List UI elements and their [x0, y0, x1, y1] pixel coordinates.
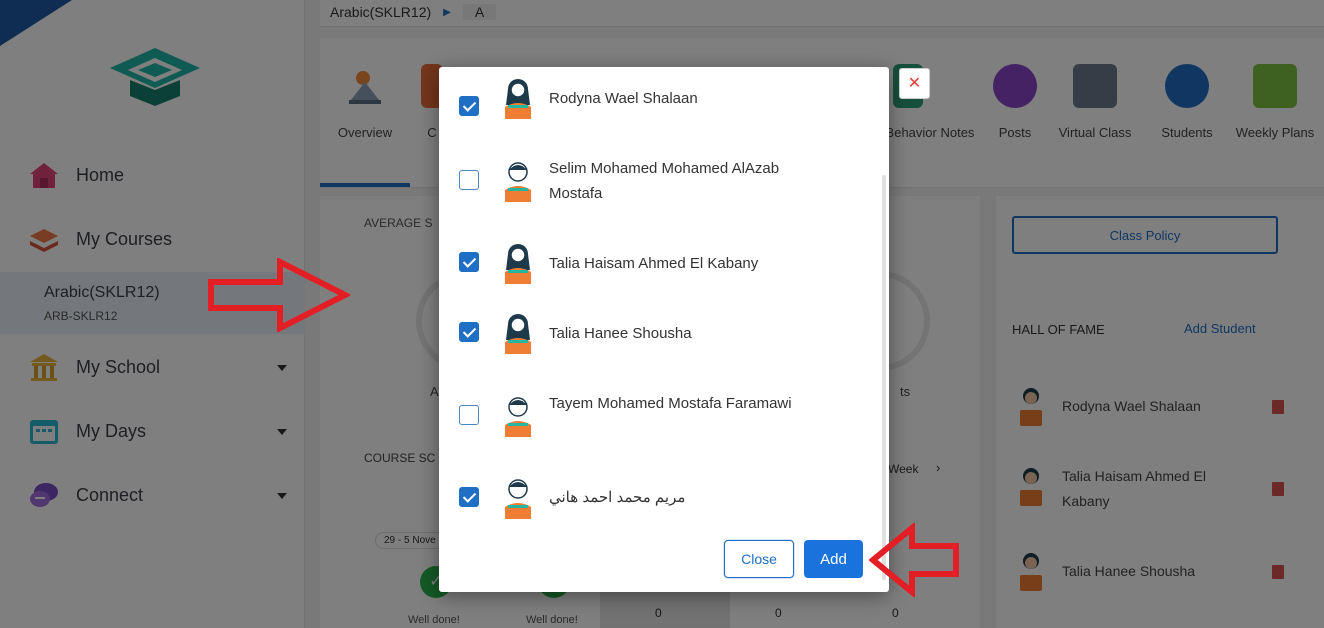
add-button[interactable]: Add [804, 540, 863, 578]
student-checkbox[interactable] [459, 322, 479, 342]
male-avatar-icon [505, 397, 531, 437]
student-name: Rodyna Wael Shalaan [549, 90, 698, 107]
male-avatar-icon [505, 162, 531, 202]
student-name: Selim Mohamed Mohamed AlAzab Mostafa [549, 160, 780, 202]
close-button[interactable]: Close [724, 540, 794, 578]
female-avatar-icon [505, 244, 531, 284]
student-checkbox[interactable] [459, 170, 479, 190]
student-checkbox[interactable] [459, 252, 479, 272]
student-checkbox[interactable] [459, 487, 479, 507]
dialog-scrollbar[interactable] [882, 175, 886, 580]
female-avatar-icon [505, 79, 531, 119]
student-checkbox[interactable] [459, 405, 479, 425]
app-window: Home My Courses Arabic(SKLR12) ARB-SKLR1… [0, 0, 1324, 628]
student-checkbox[interactable] [459, 96, 479, 116]
student-name: مريم محمد احمد هاني [549, 489, 686, 506]
add-students-dialog: ✕ Rodyna Wael Shalaan Selim Mohamed Moha… [439, 67, 930, 592]
male-avatar-icon [505, 479, 531, 519]
female-avatar-icon [505, 314, 531, 354]
annotation-arrow-left-icon [869, 523, 959, 597]
close-icon[interactable]: ✕ [899, 68, 930, 99]
student-name: Talia Haisam Ahmed El Kabany [549, 255, 759, 272]
annotation-arrow-right-icon [208, 258, 350, 332]
student-name: Talia Hanee Shousha [549, 325, 692, 342]
student-name: Tayem Mohamed Mostafa Faramawi [549, 395, 792, 412]
